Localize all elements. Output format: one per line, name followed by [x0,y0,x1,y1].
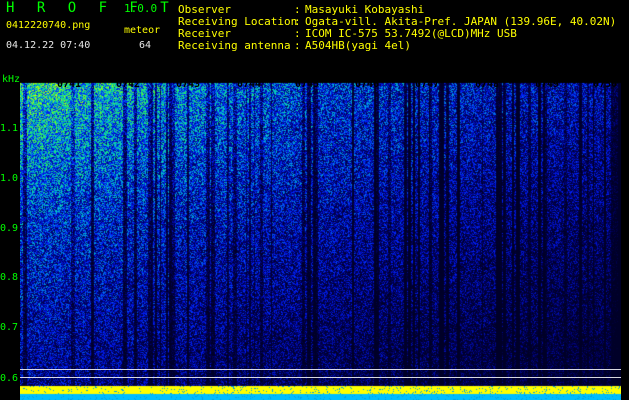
y-tick-label: 1.1 [0,123,19,134]
y-tick-label: 0.7 [0,322,19,333]
y-tick-label: 1.0 [0,173,19,184]
datetime: 04.12.22 07:40 [6,40,91,51]
x-tick-label: 0742 [116,79,141,90]
reference-line-upper [20,369,621,370]
x-tick-label: 0747 [415,79,440,90]
app-version: 1.0.0 [124,2,158,15]
file-name: 0412220740.png [6,20,91,31]
x-tick-label: 0749 [535,79,560,90]
info-antenna-label: Receiving antenna [178,39,291,52]
info-antenna-colon: : [294,39,301,52]
y-tick-label: 0.6 [0,373,19,384]
y-tick-label: 0.8 [0,272,19,283]
y-tick-label: 0.9 [0,223,19,234]
x-tick-label: 0746 [355,79,380,90]
meteor-label: meteor [124,25,161,36]
x-tick-label: 0741 [57,79,82,90]
y-axis-unit: kHz [2,74,21,85]
x-tick-label: 0750 [593,79,618,90]
x-tick-label: 0744 [237,79,262,90]
x-tick-label: 0748 [475,79,500,90]
x-tick-label: 0743 [176,79,201,90]
reference-line-lower [20,377,621,378]
meteor-count: 64 [139,40,152,51]
x-tick-label: 0745 [295,79,320,90]
info-antenna-value: A504HB(yagi 4el) [305,39,411,52]
spectrogram-canvas [20,80,621,400]
